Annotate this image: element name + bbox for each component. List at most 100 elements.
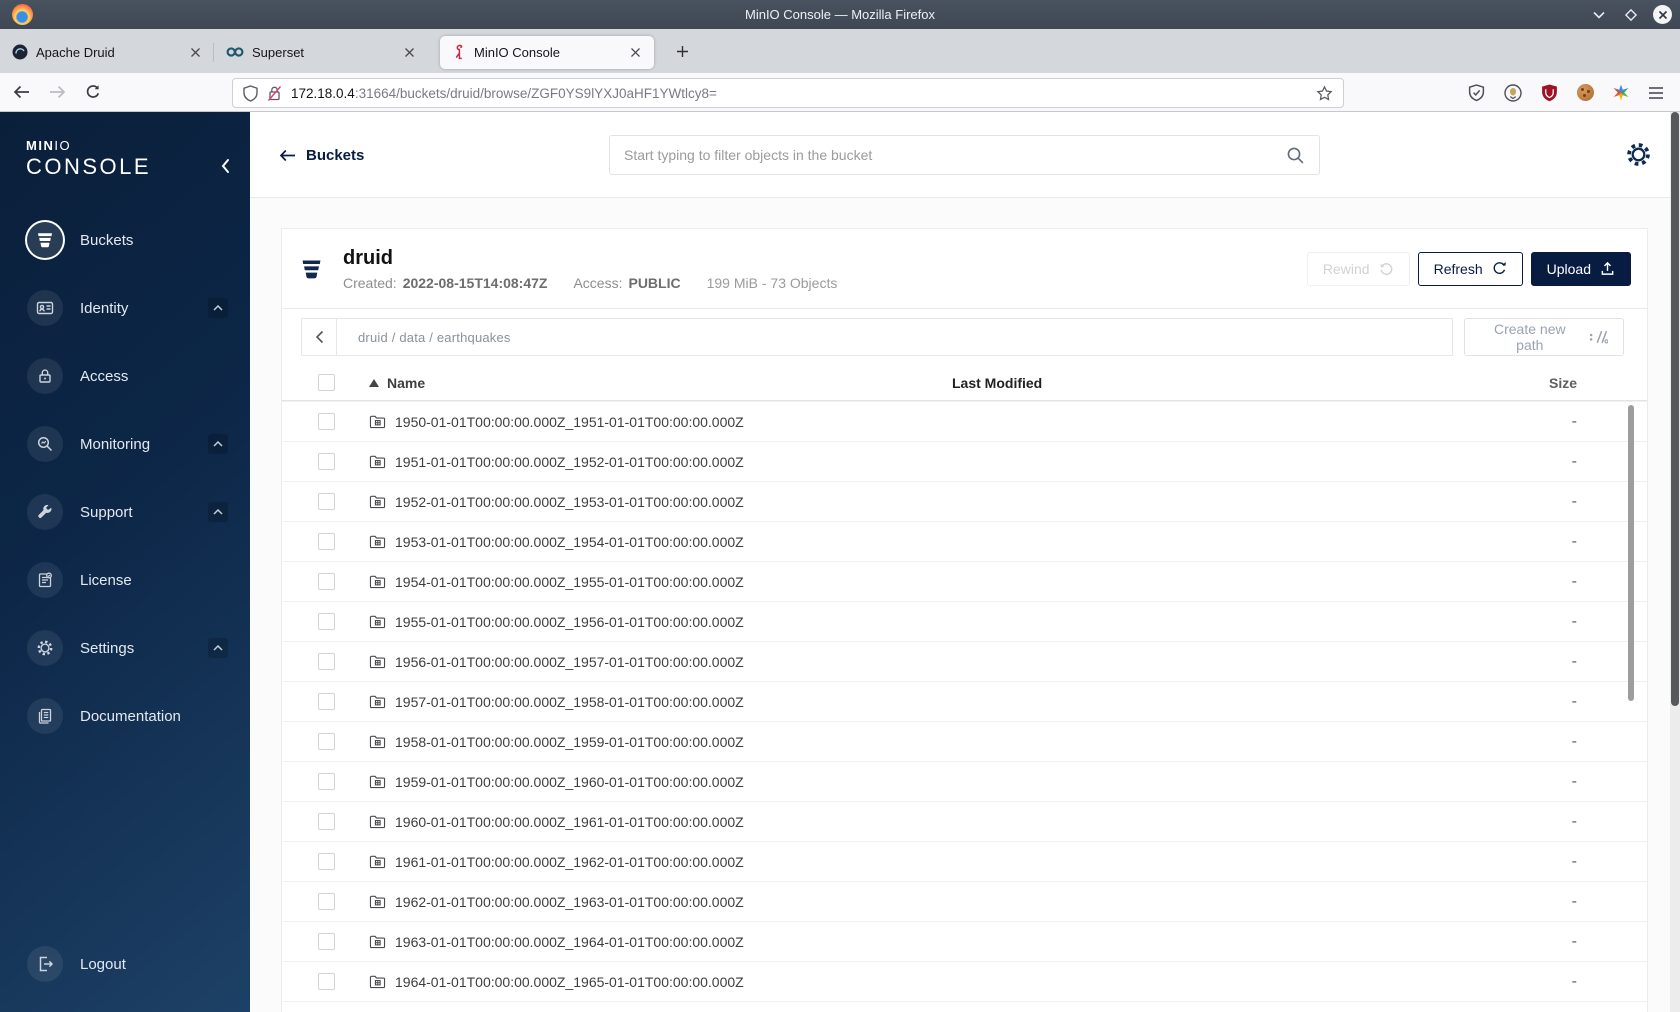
url-bar[interactable]: 172.18.0.4:31664/buckets/druid/browse/ZG… — [232, 78, 1344, 108]
avatar-extension-icon[interactable] — [1504, 83, 1522, 102]
row-checkbox[interactable] — [318, 653, 335, 670]
settings-gear-icon[interactable] — [1625, 141, 1652, 168]
object-row[interactable]: 1954-01-01T00:00:00.000Z_1955-01-01T00:0… — [282, 561, 1647, 601]
row-checkbox[interactable] — [318, 733, 335, 750]
sidebar-item-license[interactable]: License — [0, 546, 250, 614]
row-checkbox[interactable] — [318, 693, 335, 710]
tab-minio-console[interactable]: MinIO Console — [440, 35, 654, 69]
window-maximize-button[interactable] — [1621, 5, 1641, 25]
object-row[interactable]: 1958-01-01T00:00:00.000Z_1959-01-01T00:0… — [282, 721, 1647, 761]
window-minimize-button[interactable] — [1589, 5, 1609, 25]
row-checkbox[interactable] — [318, 893, 335, 910]
object-row[interactable]: 1952-01-01T00:00:00.000Z_1953-01-01T00:0… — [282, 481, 1647, 521]
object-name[interactable]: 1950-01-01T00:00:00.000Z_1951-01-01T00:0… — [395, 414, 744, 430]
chevron-up-icon[interactable] — [208, 638, 228, 658]
row-checkbox[interactable] — [318, 453, 335, 470]
row-checkbox[interactable] — [318, 493, 335, 510]
object-row[interactable]: 1960-01-01T00:00:00.000Z_1961-01-01T00:0… — [282, 801, 1647, 841]
ublock-extension-icon[interactable] — [1541, 84, 1558, 102]
object-row[interactable]: 1955-01-01T00:00:00.000Z_1956-01-01T00:0… — [282, 601, 1647, 641]
reload-button[interactable] — [78, 77, 108, 107]
colorful-asterisk-extension-icon[interactable] — [1613, 84, 1629, 101]
back-button[interactable] — [6, 77, 36, 107]
row-checkbox[interactable] — [318, 853, 335, 870]
create-new-path-button[interactable]: Create new path — [1464, 318, 1624, 356]
object-row[interactable]: 1956-01-01T00:00:00.000Z_1957-01-01T00:0… — [282, 641, 1647, 681]
sidebar-item-settings[interactable]: Settings — [0, 614, 250, 682]
breadcrumb[interactable]: druid / data / earthquakes — [337, 319, 511, 355]
object-row[interactable]: 1962-01-01T00:00:00.000Z_1963-01-01T00:0… — [282, 881, 1647, 921]
row-checkbox[interactable] — [318, 933, 335, 950]
column-header-name[interactable]: Name — [387, 375, 425, 391]
sidebar-item-identity[interactable]: Identity — [0, 274, 250, 342]
object-name[interactable]: 1958-01-01T00:00:00.000Z_1959-01-01T00:0… — [395, 734, 744, 750]
rewind-button[interactable]: Rewind — [1306, 251, 1410, 286]
column-header-size[interactable]: Size — [1522, 375, 1632, 391]
object-name[interactable]: 1954-01-01T00:00:00.000Z_1955-01-01T00:0… — [395, 574, 744, 590]
row-checkbox[interactable] — [318, 813, 335, 830]
chevron-up-icon[interactable] — [208, 434, 228, 454]
sidebar-item-support[interactable]: Support — [0, 478, 250, 546]
object-row[interactable]: 1953-01-01T00:00:00.000Z_1954-01-01T00:0… — [282, 521, 1647, 561]
object-row[interactable]: 1959-01-01T00:00:00.000Z_1960-01-01T00:0… — [282, 761, 1647, 801]
object-name[interactable]: 1955-01-01T00:00:00.000Z_1956-01-01T00:0… — [395, 614, 744, 630]
object-name[interactable]: 1951-01-01T00:00:00.000Z_1952-01-01T00:0… — [395, 454, 744, 470]
tracking-shield-icon[interactable] — [243, 84, 258, 102]
object-name[interactable]: 1953-01-01T00:00:00.000Z_1954-01-01T00:0… — [395, 534, 744, 550]
upload-button[interactable]: Upload — [1530, 251, 1631, 286]
page-scrollbar-thumb[interactable] — [1671, 112, 1679, 706]
row-checkbox[interactable] — [318, 413, 335, 430]
object-row[interactable]: 1965-01-01T00:00:00.000Z_1966-01-01T00:0… — [282, 1001, 1647, 1012]
object-name[interactable]: 1963-01-01T00:00:00.000Z_1964-01-01T00:0… — [395, 934, 744, 950]
tab-close-icon[interactable] — [400, 43, 418, 61]
sidebar-item-monitoring[interactable]: Monitoring — [0, 410, 250, 478]
new-tab-button[interactable] — [668, 37, 696, 65]
row-checkbox[interactable] — [318, 773, 335, 790]
object-filter-input[interactable] — [624, 147, 1286, 163]
tab-close-icon[interactable] — [626, 43, 644, 61]
object-name[interactable]: 1959-01-01T00:00:00.000Z_1960-01-01T00:0… — [395, 774, 744, 790]
object-row[interactable]: 1951-01-01T00:00:00.000Z_1952-01-01T00:0… — [282, 441, 1647, 481]
object-name[interactable]: 1960-01-01T00:00:00.000Z_1961-01-01T00:0… — [395, 814, 744, 830]
object-row[interactable]: 1961-01-01T00:00:00.000Z_1962-01-01T00:0… — [282, 841, 1647, 881]
page-scrollbar[interactable] — [1670, 112, 1680, 1012]
object-row[interactable]: 1963-01-01T00:00:00.000Z_1964-01-01T00:0… — [282, 921, 1647, 961]
shield-check-extension-icon[interactable] — [1468, 83, 1485, 102]
sidebar-item-buckets[interactable]: Buckets — [0, 206, 250, 274]
breadcrumb-back-button[interactable] — [302, 319, 337, 355]
tab-apache-druid[interactable]: Apache Druid — [0, 36, 214, 69]
refresh-button[interactable]: Refresh — [1417, 251, 1523, 286]
tab-superset[interactable]: Superset — [213, 36, 428, 69]
sidebar-item-access[interactable]: Access — [0, 342, 250, 410]
row-checkbox[interactable] — [318, 533, 335, 550]
object-name[interactable]: 1962-01-01T00:00:00.000Z_1963-01-01T00:0… — [395, 894, 744, 910]
object-name[interactable]: 1952-01-01T00:00:00.000Z_1953-01-01T00:0… — [395, 494, 744, 510]
hamburger-menu-icon[interactable] — [1648, 86, 1664, 100]
sort-ascending-icon[interactable] — [369, 378, 379, 387]
row-checkbox[interactable] — [318, 573, 335, 590]
tab-close-icon[interactable] — [186, 43, 204, 61]
back-to-buckets-link[interactable]: Buckets — [279, 112, 364, 198]
chevron-up-icon[interactable] — [208, 502, 228, 522]
row-checkbox[interactable] — [318, 613, 335, 630]
sidebar-item-logout[interactable]: Logout — [0, 930, 250, 998]
object-row[interactable]: 1964-01-01T00:00:00.000Z_1965-01-01T00:0… — [282, 961, 1647, 1001]
cookie-extension-icon[interactable] — [1577, 84, 1594, 101]
window-close-button[interactable] — [1653, 5, 1672, 24]
sidebar-collapse-icon[interactable] — [220, 158, 230, 174]
table-scrollbar-thumb[interactable] — [1628, 405, 1634, 701]
row-checkbox[interactable] — [318, 973, 335, 990]
object-name[interactable]: 1956-01-01T00:00:00.000Z_1957-01-01T00:0… — [395, 654, 744, 670]
object-row[interactable]: 1950-01-01T00:00:00.000Z_1951-01-01T00:0… — [282, 401, 1647, 441]
insecure-lock-icon[interactable] — [267, 85, 282, 102]
column-header-last-modified[interactable]: Last Modified — [952, 375, 1522, 391]
object-row[interactable]: 1957-01-01T00:00:00.000Z_1958-01-01T00:0… — [282, 681, 1647, 721]
sidebar-item-documentation[interactable]: Documentation — [0, 682, 250, 750]
object-name[interactable]: 1957-01-01T00:00:00.000Z_1958-01-01T00:0… — [395, 694, 744, 710]
select-all-checkbox[interactable] — [318, 374, 335, 391]
object-name[interactable]: 1964-01-01T00:00:00.000Z_1965-01-01T00:0… — [395, 974, 744, 990]
object-name[interactable]: 1961-01-01T00:00:00.000Z_1962-01-01T00:0… — [395, 854, 744, 870]
chevron-up-icon[interactable] — [208, 298, 228, 318]
bookmark-star-icon[interactable] — [1316, 84, 1333, 102]
forward-button[interactable] — [42, 77, 72, 107]
